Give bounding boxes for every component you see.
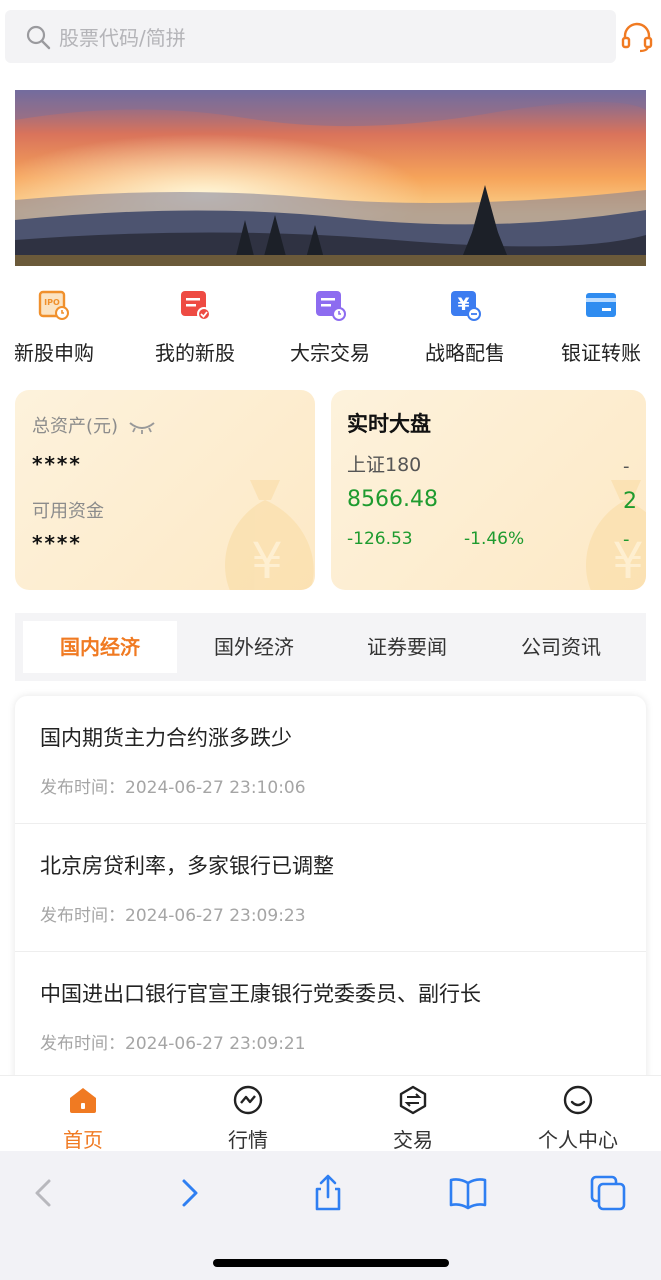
- index-value: 8566.48: [347, 487, 438, 512]
- news-title: 北京房贷利率，多家银行已调整: [40, 854, 334, 878]
- available-funds-value: ****: [32, 531, 82, 555]
- news-tabs: 国内经济 国外经济 证券要闻 公司资讯: [15, 613, 646, 681]
- market-card[interactable]: ¥ 实时大盘 上证180 8566.48 -126.53 -1.46% - 2 …: [331, 390, 646, 590]
- forward-arrow-icon[interactable]: [168, 1173, 208, 1213]
- next-index-value-partial: 2: [623, 489, 637, 514]
- next-index-change-partial: -: [623, 529, 630, 550]
- quick-label: 我的新股: [155, 341, 235, 365]
- quick-label: 新股申购: [14, 341, 94, 365]
- nav-profile[interactable]: 个人中心: [518, 1084, 638, 1153]
- total-assets-value: ****: [32, 452, 82, 476]
- tab-securities-news[interactable]: 证券要闻: [330, 621, 484, 673]
- list-item[interactable]: 国内期货主力合约涨多跌少 发布时间：2024-06-27 23:10:06: [15, 696, 646, 824]
- tab-domestic-economy[interactable]: 国内经济: [23, 621, 177, 673]
- quick-label: 银证转账: [561, 341, 641, 365]
- quick-ipo-subscribe[interactable]: IPO 新股申购: [0, 285, 109, 366]
- headset-icon[interactable]: [620, 20, 654, 54]
- list-item[interactable]: 北京房贷利率，多家银行已调整 发布时间：2024-06-27 23:09:23: [15, 824, 646, 952]
- sunset-landscape-image: [15, 90, 646, 266]
- yen-bag-icon: ¥: [225, 480, 314, 590]
- nav-label: 个人中心: [538, 1128, 618, 1152]
- search-placeholder: 股票代码/简拼: [59, 26, 186, 50]
- news-title: 国内期货主力合约涨多跌少: [40, 726, 292, 750]
- index-name: 上证180: [347, 454, 422, 476]
- index-change: -126.53: [347, 529, 413, 549]
- quick-bank-transfer[interactable]: 银证转账: [546, 285, 656, 366]
- quick-label: 大宗交易: [290, 341, 370, 365]
- search-icon: [26, 25, 51, 49]
- index-change-pct: -1.46%: [464, 529, 525, 549]
- my-stock-check-icon: [181, 291, 211, 321]
- next-index-partial: -: [623, 456, 630, 477]
- nav-trade[interactable]: 交易: [353, 1084, 473, 1153]
- svg-text:IPO: IPO: [44, 298, 60, 307]
- block-trade-clock-icon: [316, 291, 346, 321]
- tabs-icon[interactable]: [588, 1173, 628, 1213]
- news-date: 发布时间：2024-06-27 23:09:21: [40, 1034, 306, 1054]
- nav-label: 行情: [228, 1128, 268, 1152]
- svg-text:¥: ¥: [251, 532, 283, 590]
- nav-home[interactable]: 首页: [23, 1084, 143, 1153]
- nav-market[interactable]: 行情: [188, 1084, 308, 1153]
- yen-placement-icon: ¥: [451, 291, 481, 321]
- share-icon[interactable]: [308, 1173, 348, 1213]
- assets-card[interactable]: ¥ 总资产(元) **** 可用资金 ****: [15, 390, 315, 590]
- nav-label: 交易: [393, 1128, 433, 1152]
- available-funds-label: 可用资金: [32, 501, 104, 522]
- news-title: 中国进出口银行官宣王康银行党委委员、副行长: [40, 982, 481, 1006]
- tab-foreign-economy[interactable]: 国外经济: [177, 621, 331, 673]
- app-page: 股票代码/简拼 IPO 新股申购 我的新股 大宗交易 ¥ 战略配售 银证转账 ¥…: [0, 0, 661, 1280]
- quick-strategic-placement[interactable]: ¥ 战略配售: [410, 285, 520, 366]
- list-item[interactable]: 中国进出口银行官宣王康银行党委委员、副行长 发布时间：2024-06-27 23…: [15, 952, 646, 1080]
- quick-block-trade[interactable]: 大宗交易: [275, 285, 385, 366]
- nav-label: 首页: [63, 1128, 103, 1152]
- trend-icon: [233, 1085, 263, 1115]
- news-date: 发布时间：2024-06-27 23:10:06: [40, 778, 306, 798]
- tab-company-news[interactable]: 公司资讯: [484, 621, 638, 673]
- quick-label: 战略配售: [425, 341, 505, 365]
- search-input[interactable]: 股票代码/简拼: [5, 10, 616, 63]
- news-list: 国内期货主力合约涨多跌少 发布时间：2024-06-27 23:10:06 北京…: [15, 696, 646, 1096]
- bookmarks-icon[interactable]: [448, 1173, 488, 1213]
- eye-hidden-icon[interactable]: [128, 420, 156, 434]
- yen-bag-icon: ¥: [586, 480, 646, 590]
- news-date: 发布时间：2024-06-27 23:09:23: [40, 906, 306, 926]
- market-title: 实时大盘: [347, 412, 431, 436]
- quick-menu: IPO 新股申购 我的新股 大宗交易 ¥ 战略配售 银证转账: [0, 285, 661, 365]
- bank-card-icon: [586, 293, 616, 317]
- quick-my-stocks[interactable]: 我的新股: [140, 285, 250, 366]
- exchange-icon: [399, 1085, 427, 1115]
- home-indicator: [213, 1259, 449, 1267]
- home-icon: [70, 1088, 96, 1113]
- bottom-nav: 首页 行情 交易 个人中心: [0, 1075, 661, 1153]
- ipo-calendar-icon: IPO: [38, 290, 69, 320]
- total-assets-label: 总资产(元): [32, 412, 156, 438]
- back-arrow-icon[interactable]: [25, 1173, 65, 1213]
- smile-icon: [563, 1085, 593, 1115]
- promo-banner[interactable]: [15, 90, 646, 266]
